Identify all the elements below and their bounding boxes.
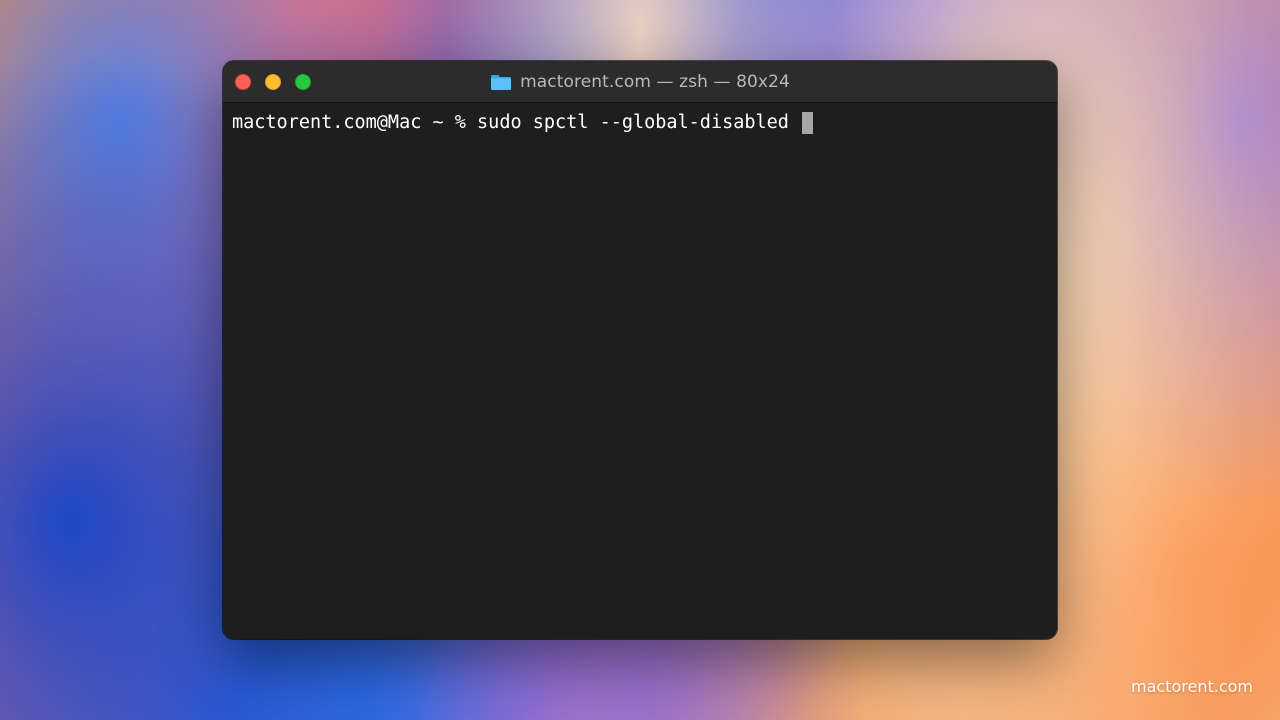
command-line: mactorent.com@Mac ~ % sudo spctl --globa… bbox=[232, 110, 1048, 136]
title-bar[interactable]: mactorent.com — zsh — 80x24 bbox=[223, 61, 1057, 103]
terminal-content[interactable]: mactorent.com@Mac ~ % sudo spctl --globa… bbox=[223, 103, 1057, 639]
folder-icon bbox=[490, 73, 512, 91]
shell-prompt: mactorent.com@Mac ~ % bbox=[232, 112, 478, 133]
terminal-window: mactorent.com — zsh — 80x24 mactorent.co… bbox=[223, 61, 1057, 639]
window-title: mactorent.com — zsh — 80x24 bbox=[223, 61, 1057, 103]
watermark: mactorent.com bbox=[1131, 677, 1253, 696]
window-title-text: mactorent.com — zsh — 80x24 bbox=[520, 72, 790, 92]
typed-command: sudo spctl --global-disabled bbox=[477, 112, 801, 133]
text-cursor bbox=[802, 112, 814, 134]
